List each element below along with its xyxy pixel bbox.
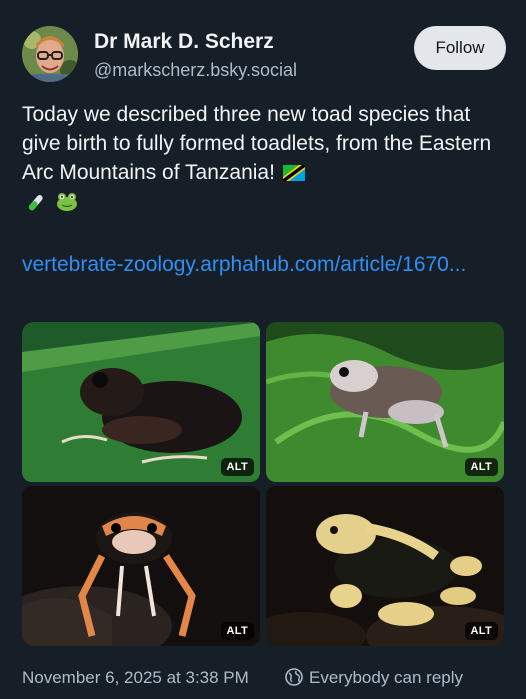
alt-badge[interactable]: ALT — [464, 622, 498, 640]
gallery-image-2[interactable]: ALT — [266, 322, 504, 482]
post-timestamp[interactable]: November 6, 2025 at 3:38 PM — [22, 668, 249, 688]
post-body: Today we described three new toad specie… — [22, 100, 492, 218]
author-display-name[interactable]: Dr Mark D. Scherz — [94, 30, 274, 54]
gallery-image-4[interactable]: ALT — [266, 486, 504, 646]
avatar[interactable] — [22, 26, 78, 82]
earth-icon — [284, 667, 304, 687]
author-handle[interactable]: @markscherz.bsky.social — [94, 60, 297, 81]
post-footer: November 6, 2025 at 3:38 PM Everybody ca… — [22, 666, 506, 690]
follow-button[interactable]: Follow — [414, 26, 506, 70]
post-card: Dr Mark D. Scherz @markscherz.bsky.socia… — [0, 0, 526, 699]
frog-icon — [54, 189, 80, 218]
post-text: Today we described three new toad specie… — [22, 103, 492, 184]
gallery-image-3[interactable]: ALT — [22, 486, 260, 646]
alt-badge[interactable]: ALT — [464, 458, 498, 476]
gallery-image-1[interactable]: ALT — [22, 322, 260, 482]
avatar-image — [22, 26, 78, 82]
tanzania-flag-icon — [281, 159, 307, 188]
article-link[interactable]: vertebrate-zoology.arphahub.com/article/… — [22, 250, 492, 279]
test-tube-icon — [22, 189, 48, 218]
alt-badge[interactable]: ALT — [220, 458, 254, 476]
reply-setting[interactable]: Everybody can reply — [309, 668, 463, 688]
image-gallery: ALT ALT ALT ALT — [22, 322, 504, 646]
post-header: Dr Mark D. Scherz @markscherz.bsky.socia… — [22, 26, 506, 86]
alt-badge[interactable]: ALT — [220, 622, 254, 640]
